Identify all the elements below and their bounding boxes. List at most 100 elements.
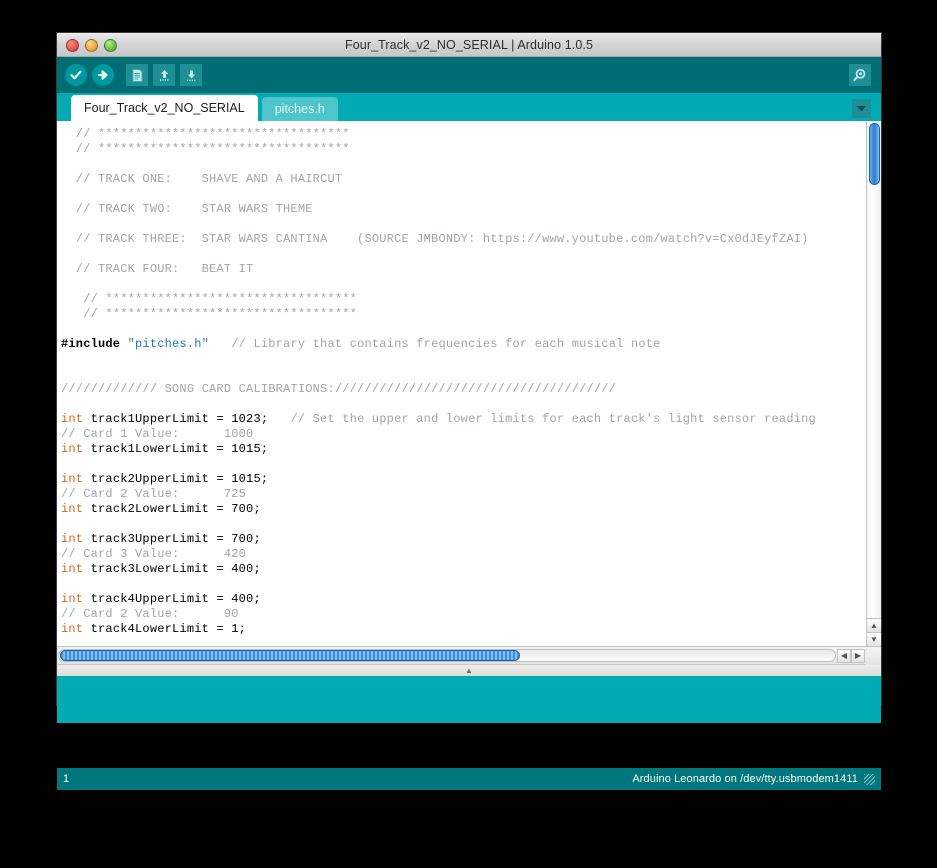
code-token: track2LowerLimit = 700; <box>83 502 261 516</box>
code-line: // TRACK FOUR: BEAT IT <box>61 262 866 277</box>
code-line: int track3UpperLimit = 700; <box>61 532 866 547</box>
code-token: track1UpperLimit = 1023; <box>83 412 269 426</box>
code-token: // Card 2 Value: 725 <box>61 487 247 501</box>
scroll-down-arrow[interactable]: ▼ <box>867 632 881 646</box>
code-token: // Card 2 Value: 90 <box>61 607 239 621</box>
code-token: ///////////// SONG CARD CALIBRATIONS:///… <box>61 382 617 396</box>
code-token: // TRACK THREE: STAR WARS CANTINA (SOURC… <box>61 232 809 246</box>
scroll-left-arrow[interactable]: ◀ <box>837 648 851 663</box>
magnifier-icon <box>853 68 866 82</box>
code-token: int <box>61 592 84 606</box>
code-line: // ********************************** <box>61 307 866 322</box>
code-token: // TRACK FOUR: BEAT IT <box>61 262 254 276</box>
code-token: track2UpperLimit = 1015; <box>83 472 269 486</box>
vertical-scrollbar-thumb[interactable] <box>869 123 880 185</box>
open-sketch-button[interactable] <box>153 64 175 86</box>
code-token: // Card 3 Value: 420 <box>61 547 247 561</box>
upload-button[interactable] <box>92 64 114 86</box>
code-token: // Library that contains frequencies for… <box>209 337 661 351</box>
horizontal-scrollbar-thumb[interactable] <box>60 650 520 661</box>
console-divider-handle[interactable]: ▲ <box>57 664 881 676</box>
code-line: int track1UpperLimit = 1023; // Set the … <box>61 412 866 427</box>
code-line: // TRACK ONE: SHAVE AND A HAIRCUT <box>61 172 866 187</box>
tab-label: pitches.h <box>274 102 325 116</box>
new-sketch-button[interactable] <box>126 64 148 86</box>
console-output-area <box>57 676 881 723</box>
status-bar: 1 Arduino Leonardo on /dev/tty.usbmodem1… <box>57 768 881 790</box>
horizontal-scrollbar[interactable]: ◀ ▶ <box>57 646 881 665</box>
code-line: #include "pitches.h" // Library that con… <box>61 337 866 352</box>
code-line: int track4UpperLimit = 400; <box>61 592 866 607</box>
code-token: track4UpperLimit = 400; <box>83 592 261 606</box>
code-token: track4LowerLimit = 1; <box>83 622 247 636</box>
code-token: "pitches.h" <box>127 337 210 351</box>
code-line: int track3LowerLimit = 400; <box>61 562 866 577</box>
horizontal-scrollbar-track[interactable] <box>58 649 836 662</box>
scroll-up-arrow[interactable]: ▲ <box>867 618 881 632</box>
code-line: ///////////// SONG CARD CALIBRATIONS:///… <box>61 382 866 397</box>
window-title: Four_Track_v2_NO_SERIAL | Arduino 1.0.5 <box>344 38 593 52</box>
window-titlebar: Four_Track_v2_NO_SERIAL | Arduino 1.0.5 <box>57 33 881 57</box>
arduino-ide-window: Four_Track_v2_NO_SERIAL | Arduino 1.0.5 <box>57 33 881 723</box>
code-token: // Card 1 Value: 1000 <box>61 427 254 441</box>
code-token: // TRACK TWO: STAR WARS THEME <box>61 202 313 216</box>
code-editor[interactable]: // ********************************** //… <box>57 121 866 646</box>
code-line: int track2LowerLimit = 700; <box>61 502 866 517</box>
code-line: // Card 3 Value: 420 <box>61 547 866 562</box>
checkmark-icon <box>70 70 82 80</box>
code-line: // Card 2 Value: 90 <box>61 607 866 622</box>
code-token: // TRACK ONE: SHAVE AND A HAIRCUT <box>61 172 343 186</box>
code-token: // Set the upper and lower limits for ea… <box>268 412 816 426</box>
code-line: int track4LowerLimit = 1; <box>61 622 866 637</box>
code-token: int <box>61 502 84 516</box>
vertical-scrollbar[interactable]: ▲ ▼ <box>866 121 881 646</box>
right-arrow-icon <box>98 70 108 80</box>
code-token: track1LowerLimit = 1015; <box>83 442 269 456</box>
save-sketch-button[interactable] <box>180 64 202 86</box>
code-line: // Card 1 Value: 1000 <box>61 427 866 442</box>
scroll-right-arrow[interactable]: ▶ <box>851 648 865 663</box>
code-token: // ********************************** <box>61 142 350 156</box>
code-token: int <box>61 622 84 636</box>
code-line: // ********************************** <box>61 127 866 142</box>
document-icon <box>132 68 142 82</box>
tab-four-track-v2-no-serial[interactable]: Four_Track_v2_NO_SERIAL <box>71 95 258 121</box>
board-port-indicator: Arduino Leonardo on /dev/tty.usbmodem141… <box>632 773 858 785</box>
sketch-tab-bar: Four_Track_v2_NO_SERIAL pitches.h <box>57 93 881 121</box>
code-token: int <box>61 532 84 546</box>
code-line: int track1LowerLimit = 1015; <box>61 442 866 457</box>
code-line: // ********************************** <box>61 292 866 307</box>
tab-menu-button[interactable] <box>852 99 871 118</box>
code-line: // ********************************** <box>61 142 866 157</box>
resize-grip-icon[interactable] <box>864 773 875 785</box>
code-token: int <box>61 472 84 486</box>
up-arrow-icon <box>159 69 169 81</box>
code-token: int <box>61 412 84 426</box>
code-line: // Card 2 Value: 725 <box>61 487 866 502</box>
code-token: // ********************************** <box>61 127 350 141</box>
line-number-indicator: 1 <box>63 773 70 785</box>
code-token: int <box>61 562 84 576</box>
chevron-down-icon <box>857 106 866 112</box>
code-line: // TRACK TWO: STAR WARS THEME <box>61 202 866 217</box>
code-token: #include <box>61 337 128 351</box>
tab-pitches-h[interactable]: pitches.h <box>261 97 338 121</box>
code-line: int track2UpperLimit = 1015; <box>61 472 866 487</box>
code-line: // TRACK THREE: STAR WARS CANTINA (SOURC… <box>61 232 866 247</box>
serial-monitor-button[interactable] <box>849 64 871 86</box>
code-token: track3UpperLimit = 700; <box>83 532 261 546</box>
verify-button[interactable] <box>65 64 87 86</box>
code-token: // ********************************** <box>61 292 358 306</box>
down-arrow-icon <box>186 70 196 81</box>
code-token: // ********************************** <box>61 307 358 321</box>
code-token: track3LowerLimit = 400; <box>83 562 261 576</box>
